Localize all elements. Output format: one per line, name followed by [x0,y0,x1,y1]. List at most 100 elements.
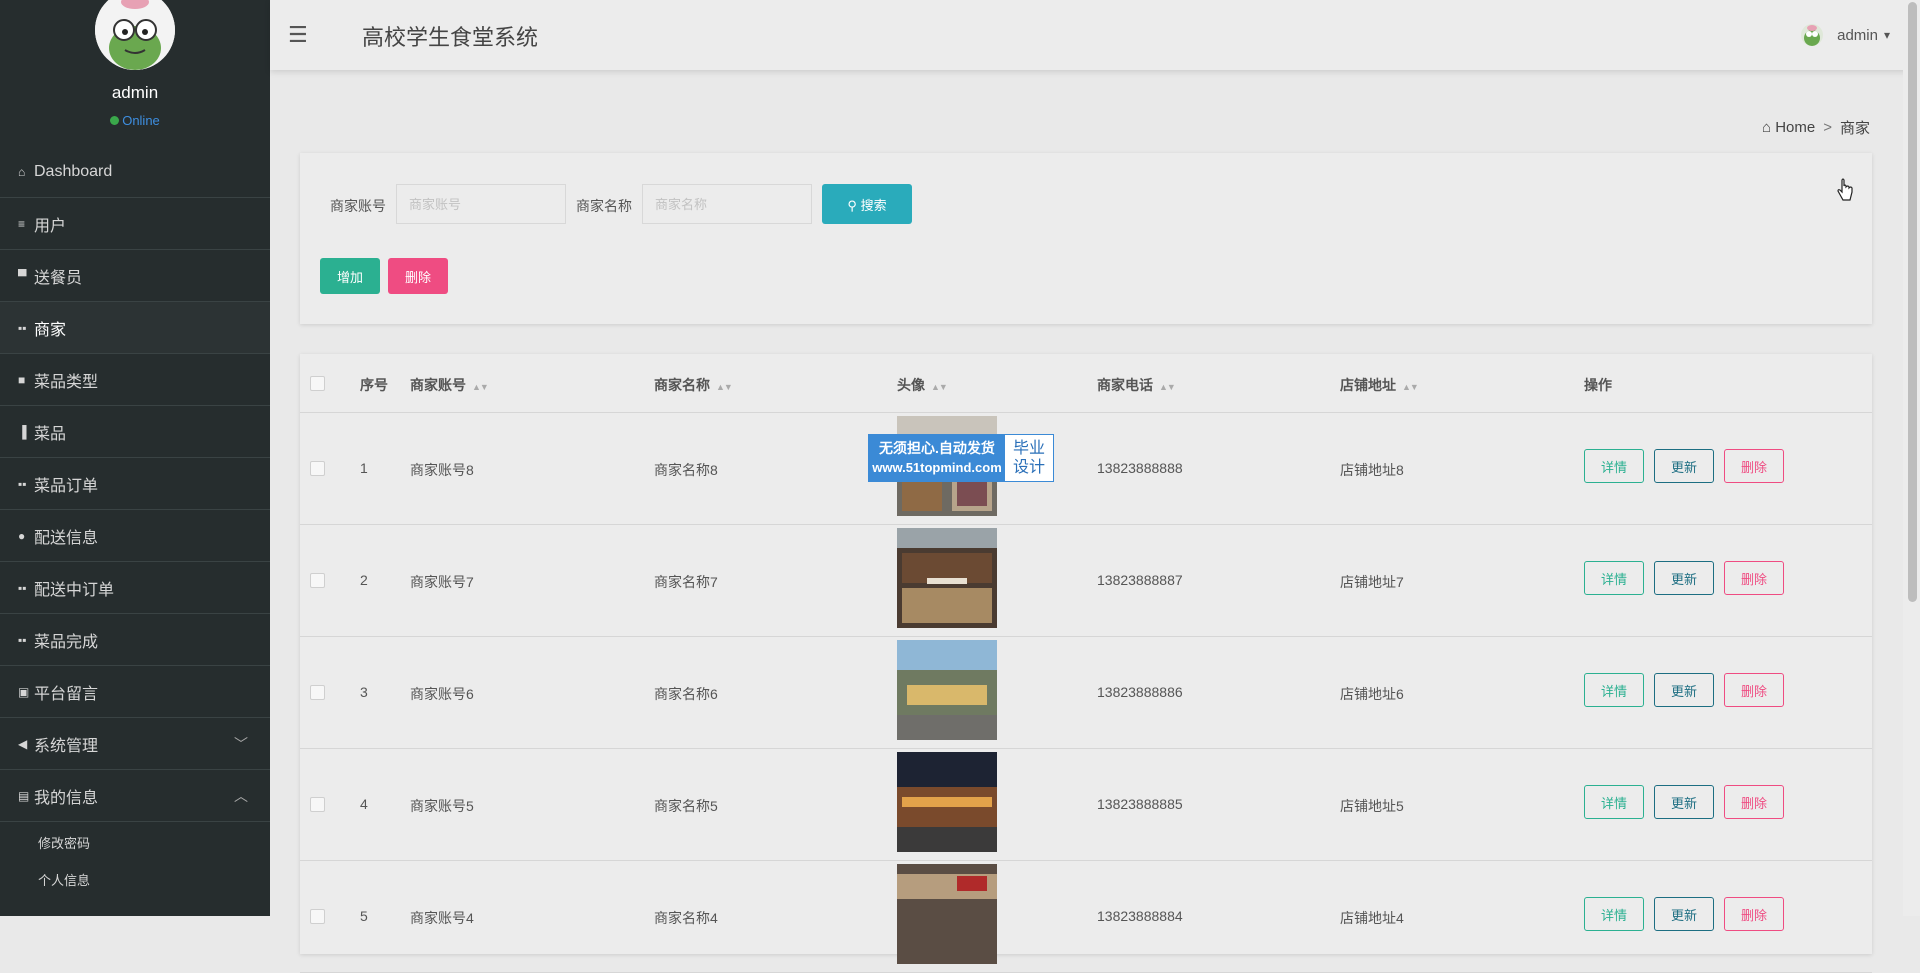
row-index: 4 [360,796,368,812]
avatar [1801,24,1824,46]
row-address: 店铺地址7 [1340,574,1404,590]
sort-icon: ▲▼ [1159,382,1176,392]
row-address: 店铺地址6 [1340,686,1404,702]
delete-button[interactable]: 删除 [1724,785,1784,819]
row-account: 商家账号8 [410,462,474,478]
row-checkbox[interactable] [310,685,325,700]
name-label: 商家名称 [576,198,632,214]
col-address[interactable]: 店铺地址 ▲▼ [1340,375,1419,395]
search-button-label: 搜索 [860,197,887,213]
home-icon: ⌂ [18,164,26,179]
list-icon: ≡ [18,216,26,231]
my-info-submenu: 修改密码 个人信息 [0,824,270,898]
row-name: 商家名称8 [654,462,718,478]
row-account: 商家账号5 [410,798,474,814]
frog-avatar-small-image [1804,25,1821,46]
row-checkbox[interactable] [310,461,325,476]
user-menu[interactable]: admin ▾ [1801,24,1890,46]
select-all-checkbox[interactable] [310,376,325,391]
merchant-avatar-image[interactable] [897,752,997,852]
row-name: 商家名称5 [654,798,718,814]
col-account[interactable]: 商家账号 ▲▼ [410,375,489,395]
row-checkbox[interactable] [310,573,325,588]
sidebar-item-label: 配送中订单 [34,581,115,599]
row-checkbox[interactable] [310,909,325,924]
watermark-right2: 设计 [1012,459,1045,476]
update-button[interactable]: 更新 [1654,785,1714,819]
row-phone: 13823888884 [1097,908,1183,924]
table-row: 5 商家账号4 商家名称4 13823888884 店铺地址4 详情 更新 删除 [300,861,1872,973]
col-name[interactable]: 商家名称 ▲▼ [654,375,733,395]
page-scrollbar[interactable] [1903,0,1920,916]
row-index: 1 [360,460,368,476]
delete-button[interactable]: 删除 [1724,897,1784,931]
row-account: 商家账号7 [410,574,474,590]
merchant-avatar-image[interactable] [897,528,997,628]
search-icon: ⚲ [847,197,857,213]
sidebar-item-delivery-info[interactable]: ● 配送信息 [0,510,270,562]
row-checkbox[interactable] [310,797,325,812]
user-avatar[interactable] [95,0,175,70]
row-name: 商家名称4 [654,910,718,926]
merchant-avatar-image[interactable] [897,640,997,740]
breadcrumb-home[interactable]: ⌂ Home [1762,119,1815,136]
sidebar-item-dashboard[interactable]: ⌂ Dashboard [0,146,270,198]
account-search-input[interactable] [396,184,566,224]
card-icon: ▤ [18,788,30,803]
name-search-input[interactable] [642,184,812,224]
row-phone: 13823888887 [1097,572,1183,588]
sidebar-item-label: Dashboard [34,162,113,180]
sidebar-item-couriers[interactable]: ▀ 送餐员 [0,250,270,302]
sidebar-username: admin [111,83,159,102]
detail-button[interactable]: 详情 [1584,785,1644,819]
col-avatar[interactable]: 头像 ▲▼ [897,375,948,395]
sidebar-item-messages[interactable]: ▣ 平台留言 [0,666,270,718]
update-button[interactable]: 更新 [1654,449,1714,483]
sidebar-item-system-management[interactable]: ◀ 系统管理 ﹀ [0,718,270,770]
delete-button[interactable]: 删除 [1724,561,1784,595]
update-button[interactable]: 更新 [1654,561,1714,595]
update-button[interactable]: 更新 [1654,897,1714,931]
sidebar-item-label: 系统管理 [34,737,99,755]
sidebar-item-label: 菜品 [34,425,67,443]
add-button[interactable]: 增加 [320,258,380,294]
breadcrumb-current: 商家 [1839,120,1870,137]
delete-button[interactable]: 删除 [1724,449,1784,483]
sidebar-item-my-info[interactable]: ▤ 我的信息 ︿ [0,770,270,822]
table-header: 序号 商家账号 ▲▼ 商家名称 ▲▼ 头像 ▲▼ 商家电话 ▲▼ 店铺地址 ▲▼ 操作 [300,354,1872,413]
merchant-avatar-image[interactable] [897,864,997,964]
sidebar-item-label: 菜品类型 [34,373,99,391]
sidebar-item-dishes[interactable]: ▐ 菜品 [0,406,270,458]
search-button[interactable]: ⚲ 搜索 [822,184,912,224]
submenu-personal-info[interactable]: 个人信息 [0,861,270,898]
frog-avatar-image [95,0,175,70]
watermark-line1: 无须担心.自动发货 [879,440,995,456]
sidebar: admin Online ⌂ Dashboard ≡ 用户 ▀ 送餐员 ▪▪ 商家 ■ 菜… [0,0,270,916]
watermark-badge: 无须担心.自动发货 www.51topmind.com 毕业 设计 [868,434,1054,482]
detail-button[interactable]: 详情 [1584,673,1644,707]
sidebar-item-delivering-orders[interactable]: ▪▪ 配送中订单 [0,562,270,614]
row-address: 店铺地址8 [1340,462,1404,478]
sidebar-item-dish-orders[interactable]: ▪▪ 菜品订单 [0,458,270,510]
sidebar-item-label: 我的信息 [34,789,99,807]
detail-button[interactable]: 详情 [1584,561,1644,595]
col-phone[interactable]: 商家电话 ▲▼ [1097,375,1176,395]
map-pin-icon: ● [18,528,26,543]
delete-button[interactable]: 删除 [1724,673,1784,707]
sidebar-item-dishes-completed[interactable]: ▪▪ 菜品完成 [0,614,270,666]
sidebar-item-users[interactable]: ≡ 用户 [0,198,270,250]
hand-cursor-icon [1837,178,1853,201]
col-avatar-label: 头像 [897,377,925,393]
batch-delete-button[interactable]: 删除 [388,258,448,294]
sidebar-item-merchants[interactable]: ▪▪ 商家 [0,302,270,354]
update-button[interactable]: 更新 [1654,673,1714,707]
detail-button[interactable]: 详情 [1584,897,1644,931]
detail-button[interactable]: 详情 [1584,449,1644,483]
table-row: 2 商家账号7 商家名称7 13823888887 店铺地址7 详情 更新 删除 [300,525,1872,637]
row-index: 5 [360,908,368,924]
scrollbar-thumb[interactable] [1908,2,1917,602]
submenu-change-password[interactable]: 修改密码 [0,824,270,861]
sidebar-item-dish-types[interactable]: ■ 菜品类型 [0,354,270,406]
menu-toggle-icon[interactable]: ☰ [288,22,308,48]
sidebar-menu: ⌂ Dashboard ≡ 用户 ▀ 送餐员 ▪▪ 商家 ■ 菜品类型 ▐ 菜品 ▪▪ 菜品订… [0,146,270,822]
